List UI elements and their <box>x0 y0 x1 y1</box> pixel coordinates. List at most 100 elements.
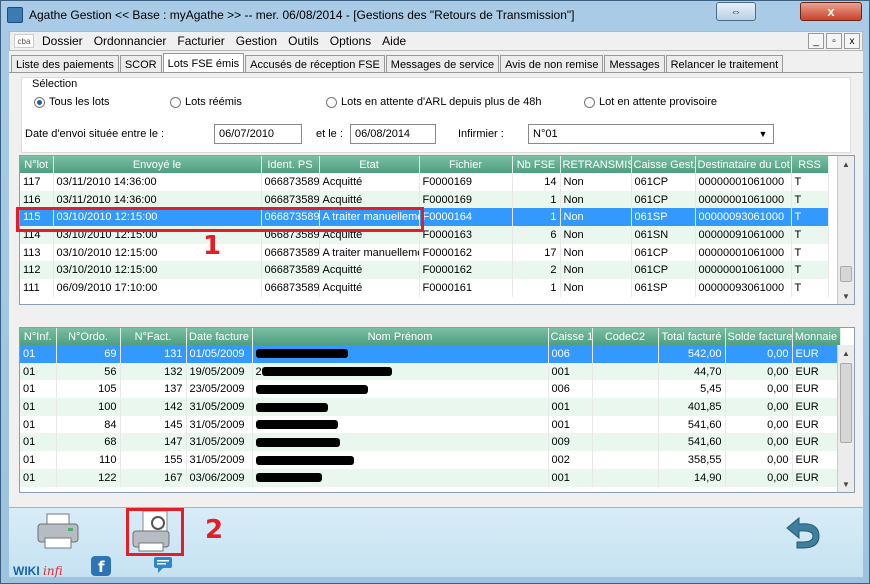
invoice-row[interactable]: 01 105 137 23/05/2009 006 5,45 0,00 EUR <box>20 380 841 399</box>
menu-dossier[interactable]: Dossier <box>38 34 90 48</box>
invoice-row[interactable]: 01 68 147 31/05/2009 009 541,60 0,00 EUR <box>20 433 841 452</box>
column-header[interactable]: N°Ordo. <box>56 328 121 345</box>
tab-relancer[interactable]: Relancer le traitement <box>665 55 784 73</box>
invoice-cell: EUR <box>792 468 841 487</box>
svg-text:f: f <box>98 558 105 576</box>
column-header[interactable]: CodeC2 <box>592 328 659 345</box>
column-header[interactable]: Fichier <box>419 156 513 173</box>
lot-row[interactable]: 111 06/09/2010 17:10:00 066873589 Acquitté F… <box>20 279 829 297</box>
mdi-close-button[interactable]: x <box>844 33 860 49</box>
menu-outils[interactable]: Outils <box>284 34 326 48</box>
invoice-cell: 542,00 <box>658 345 726 363</box>
lot-row[interactable]: 116 03/11/2010 14:36:00 066873589 Acquitté F… <box>20 190 829 209</box>
radio-dot-icon <box>170 96 181 108</box>
invoice-cell: 001 <box>548 468 593 487</box>
menu-bar: cba Dossier Ordonnancier Facturier Gesti… <box>9 31 863 51</box>
tab-scor[interactable]: SCOR <box>119 55 162 73</box>
scroll-down-icon[interactable]: ▼ <box>838 288 854 304</box>
invoice-row[interactable]: 01 100 142 31/05/2009 001 401,85 0,00 EUR <box>20 398 841 416</box>
column-header[interactable]: Ident. PS <box>261 156 320 173</box>
column-header[interactable]: Nom Prénom <box>252 328 549 345</box>
fse-scrollbar[interactable]: ▲ ▼ <box>837 345 854 492</box>
menu-facturier[interactable]: Facturier <box>173 34 231 48</box>
invoice-cell: 31/05/2009 <box>186 415 253 434</box>
menu-ordonnancier[interactable]: Ordonnancier <box>90 34 174 48</box>
column-header[interactable]: RETRANSMIS <box>560 156 632 173</box>
column-header[interactable]: Caisse 1 <box>548 328 593 345</box>
column-header[interactable]: Nb FSE <box>512 156 561 173</box>
menu-aide[interactable]: Aide <box>378 34 413 48</box>
back-icon[interactable] <box>781 514 825 553</box>
column-header[interactable]: N°lot <box>20 156 54 173</box>
invoice-row[interactable]: 01 110 155 31/05/2009 002 358,55 0,00 EUR <box>20 451 841 469</box>
nurse-select[interactable]: N°01 ▼ <box>528 124 774 144</box>
scroll-thumb[interactable] <box>840 363 852 443</box>
radio-attente-provisoire[interactable]: Lot en attente provisoire <box>584 96 717 108</box>
column-header[interactable]: Caisse Gest. <box>631 156 696 173</box>
invoice-cell: 0,00 <box>725 415 793 434</box>
invoice-cell: 31/05/2009 <box>186 451 253 469</box>
scroll-thumb[interactable] <box>840 266 852 282</box>
lot-row[interactable]: 113 03/10/2010 12:15:00 066873589 A traiter… <box>20 243 829 262</box>
invoice-cell: 68 <box>56 433 121 452</box>
radio-tous-lots[interactable]: Tous les lots <box>34 96 110 108</box>
invoice-row[interactable]: 01 69 131 01/05/2009 006 542,00 0,00 EUR <box>20 345 841 363</box>
invoice-cell: 44,70 <box>658 362 726 381</box>
column-header[interactable]: Destinataire du Lot <box>695 156 792 173</box>
invoice-row[interactable]: 01 84 145 31/05/2009 001 541,60 0,00 EUR <box>20 415 841 434</box>
invoice-row[interactable]: 01 122 167 03/06/2009 001 14,90 0,00 EUR <box>20 468 841 487</box>
tab-lots-fse-emis[interactable]: Lots FSE émis <box>162 53 245 73</box>
tab-messages[interactable]: Messages <box>604 55 665 73</box>
scroll-down-icon[interactable]: ▼ <box>838 476 854 492</box>
column-header[interactable]: N°Inf. <box>20 328 57 345</box>
menu-gestion[interactable]: Gestion <box>232 34 284 48</box>
invoice-cell: 03/06/2009 <box>186 468 253 487</box>
invoice-cell: 0,00 <box>725 451 793 469</box>
mdi-restore-button[interactable]: ▫ <box>826 33 842 49</box>
column-header[interactable]: Envoyé le <box>53 156 262 173</box>
invoice-cell: 006 <box>548 380 593 399</box>
tab-avis-non-remise[interactable]: Avis de non remise <box>500 55 604 73</box>
annotation-number-1: 1 <box>203 231 222 261</box>
wiki-infi-logo[interactable]: WIKI infi <box>13 564 63 578</box>
tab-accuses-reception[interactable]: Accusés de réception FSE <box>245 55 385 73</box>
invoice-cell: EUR <box>792 433 841 452</box>
radio-attente-arl[interactable]: Lots en attente d'ARL depuis plus de 48h <box>326 96 541 108</box>
facebook-icon[interactable]: f <box>91 556 111 579</box>
tab-liste-paiements[interactable]: Liste des paiements <box>11 55 119 73</box>
client-area: Liste des paiements SCOR Lots FSE émis A… <box>9 51 863 579</box>
restore-button[interactable]: ⇔ <box>716 2 756 21</box>
invoice-row[interactable]: 01 56 132 19/05/2009 2 001 44,70 0,00 EUR <box>20 362 841 381</box>
lot-cell: F0000163 <box>419 226 513 244</box>
invoice-cell: 0,00 <box>725 398 793 416</box>
invoice-cell <box>252 451 549 469</box>
lot-row[interactable]: 112 03/10/2010 12:15:00 066873589 Acquitté F… <box>20 261 829 280</box>
invoice-cell: 132 <box>120 362 187 381</box>
invoice-cell: 84 <box>56 415 121 434</box>
lot-cell: 116 <box>20 190 54 209</box>
scroll-up-icon[interactable]: ▲ <box>838 345 854 361</box>
printer-icon[interactable] <box>35 512 81 555</box>
column-header[interactable]: Total facturé <box>658 328 726 345</box>
lots-scrollbar[interactable]: ▲ ▼ <box>837 156 854 304</box>
tab-strip: Liste des paiements SCOR Lots FSE émis A… <box>11 53 784 73</box>
redaction-bar <box>255 384 368 394</box>
date-from-input[interactable]: 06/07/2010 <box>214 124 302 144</box>
radio-lots-reemis[interactable]: Lots réémis <box>170 96 242 108</box>
lot-row[interactable]: 117 03/11/2010 14:36:00 066873589 Acquitté F… <box>20 173 829 191</box>
column-header[interactable]: Date facture <box>186 328 253 345</box>
scroll-up-icon[interactable]: ▲ <box>838 156 854 172</box>
column-header[interactable]: N°Fact. <box>120 328 187 345</box>
column-header[interactable]: Monnaie <box>792 328 841 345</box>
lot-cell: T <box>791 279 829 297</box>
column-header[interactable]: Etat <box>319 156 420 173</box>
mdi-minimize-button[interactable]: _ <box>808 33 824 49</box>
annotation-box-2 <box>126 508 184 556</box>
chat-icon[interactable] <box>153 556 175 577</box>
column-header[interactable]: Solde facture <box>725 328 793 345</box>
column-header[interactable]: RSS <box>791 156 829 173</box>
date-to-input[interactable]: 06/08/2014 <box>350 124 436 144</box>
menu-options[interactable]: Options <box>326 34 378 48</box>
close-button[interactable]: x <box>800 2 862 21</box>
tab-messages-service[interactable]: Messages de service <box>385 55 500 73</box>
